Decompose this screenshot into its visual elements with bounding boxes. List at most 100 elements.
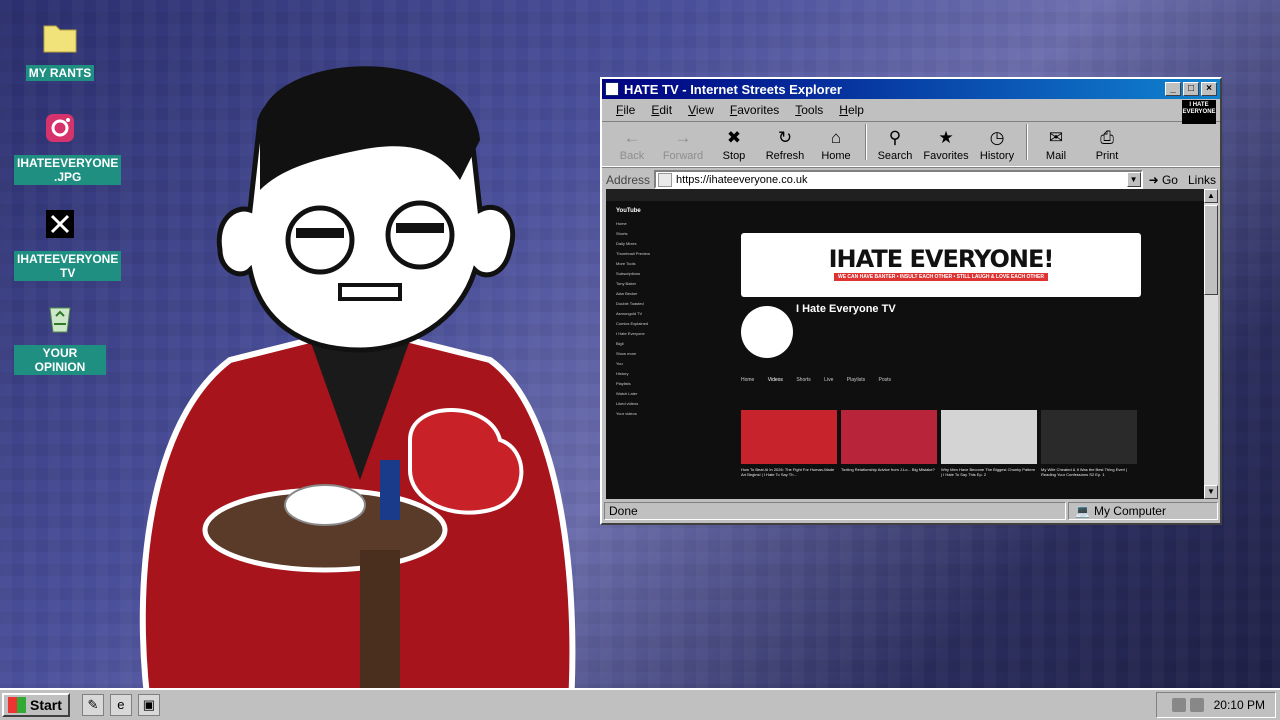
mail-button[interactable]: ✉ Mail (1032, 128, 1080, 162)
sidebar-item[interactable]: Playlists (606, 381, 680, 391)
menu-file[interactable]: File (616, 103, 635, 117)
sidebar-item[interactable]: Thumbnail Preview (606, 251, 680, 261)
history-button[interactable]: ◷ History (973, 128, 1021, 162)
tab-videos[interactable]: Videos (768, 377, 783, 383)
banner-tagline: WE CAN HAVE BANTER • INSULT EACH OTHER •… (833, 273, 1048, 281)
sidebar-item[interactable]: Home (606, 221, 680, 231)
close-button[interactable]: × (1201, 82, 1217, 96)
channel-name: I Hate Everyone TV (796, 303, 896, 315)
menu-tools[interactable]: Tools (795, 103, 823, 117)
go-button[interactable]: ➜ Go (1149, 173, 1178, 187)
refresh-icon: ↻ (777, 128, 793, 147)
menu-view[interactable]: View (688, 103, 714, 117)
address-label: Address (606, 172, 651, 187)
video-thumbnail (741, 410, 837, 464)
stop-icon: ✖ (726, 128, 742, 147)
desktop-icon-my-rants[interactable]: MY RANTS (14, 20, 106, 82)
page-viewport[interactable]: YouTube Home Shorts Daily Mixes Thumbnai… (606, 189, 1204, 499)
toolbar-separator (1026, 124, 1028, 160)
browser-window[interactable]: HATE TV - Internet Streets Explorer _ □ … (600, 77, 1222, 525)
scroll-down-button[interactable]: ▼ (1204, 485, 1218, 499)
video-card[interactable]: Toxting Relationship Advice from J.Lo...… (841, 410, 937, 477)
channel-banner: IHATE EVERYONE! WE CAN HAVE BANTER • INS… (741, 233, 1141, 297)
sidebar-item[interactable]: More Tools (606, 261, 680, 271)
channel-tabs: Home Videos Shorts Live Playlists Posts (741, 377, 903, 383)
folder-icon (43, 25, 77, 53)
video-title: Why Men Have Become The Biggest Chunky P… (941, 467, 1036, 477)
forward-button[interactable]: → Forward (659, 128, 707, 162)
character-illustration (139, 66, 576, 720)
menu-edit[interactable]: Edit (651, 103, 672, 117)
sidebar-item[interactable]: Alan Becker (606, 291, 680, 301)
windows-logo-icon (8, 697, 26, 713)
sidebar-item[interactable]: Subscriptions (606, 271, 680, 281)
internet-explorer-icon[interactable]: e (109, 694, 132, 716)
sidebar-item[interactable]: Shorts (606, 231, 680, 241)
refresh-button[interactable]: ↻ Refresh (761, 128, 809, 162)
sidebar-item[interactable]: Watch Later (606, 391, 680, 401)
volume-icon[interactable] (1171, 698, 1186, 712)
tab-live[interactable]: Live (824, 377, 833, 383)
sidebar-item[interactable]: Your videos (606, 411, 680, 421)
stop-button[interactable]: ✖ Stop (710, 128, 758, 162)
yt-logo[interactable]: YouTube (616, 208, 641, 214)
toolbar: ← Back → Forward ✖ Stop ↻ Refresh ⌂ Home ⚲ Sea… (602, 121, 1220, 167)
network-icon[interactable] (1189, 698, 1204, 712)
window-title: HATE TV - Internet Streets Explorer (624, 81, 842, 97)
links-button[interactable]: Links (1188, 173, 1216, 187)
sidebar-item[interactable]: Double Toasted (606, 301, 680, 311)
back-button[interactable]: ← Back (608, 128, 656, 162)
scroll-up-button[interactable]: ▲ (1204, 189, 1218, 203)
sidebar-item[interactable]: Asmongold TV (606, 311, 680, 321)
video-thumbnail (941, 410, 1037, 464)
vertical-scrollbar[interactable]: ▲ ▼ (1204, 189, 1218, 499)
desktop-icon-recycle-bin[interactable]: YOUR OPINION (14, 300, 106, 376)
menu-favorites[interactable]: Favorites (730, 103, 779, 117)
tab-playlists[interactable]: Playlists (847, 377, 865, 383)
notepad-icon[interactable]: ✎ (81, 694, 104, 716)
address-value: https://ihateeveryone.co.uk (676, 173, 808, 186)
minimize-button[interactable]: _ (1165, 82, 1181, 96)
sidebar-item[interactable]: Liked videos (606, 401, 680, 411)
desktop-icon-x[interactable]: IHATEEVERYONE TV (14, 206, 122, 282)
tab-posts[interactable]: Posts (878, 377, 891, 383)
sidebar-item[interactable]: History (606, 371, 680, 381)
print-button[interactable]: ⎙ Print (1083, 128, 1131, 162)
video-card[interactable]: How To Beat AI In 2026: The Fight For Hu… (741, 410, 837, 477)
print-icon: ⎙ (1100, 128, 1114, 147)
sidebar-item[interactable]: You (606, 361, 680, 371)
scroll-thumb[interactable] (1204, 205, 1218, 295)
tab-home[interactable]: Home (741, 377, 754, 383)
back-arrow-icon: ← (623, 128, 641, 147)
start-button[interactable]: Start (2, 693, 70, 717)
youtube-page: YouTube Home Shorts Daily Mixes Thumbnai… (606, 189, 1204, 499)
channel-avatar[interactable] (741, 306, 793, 358)
sidebar-item[interactable]: Show more (606, 351, 680, 361)
video-title: Toxting Relationship Advice from J.Lo...… (841, 467, 935, 472)
favorites-button[interactable]: ★ Favorites (922, 128, 970, 162)
sidebar-item[interactable]: I Hate Everyone (606, 331, 680, 341)
home-icon: ⌂ (830, 128, 842, 147)
video-card[interactable]: Why Men Have Become The Biggest Chunky P… (941, 410, 1037, 477)
tab-shorts[interactable]: Shorts (796, 377, 810, 383)
taskbar: Start ✎ e ▣ 20:10 PM (0, 688, 1280, 720)
desktop-icon-instagram[interactable]: IHATEEVERYONE .JPG (14, 110, 122, 186)
home-button[interactable]: ⌂ Home (812, 128, 860, 162)
video-card[interactable]: My Wife Cheated & It Was the Best Thing … (1041, 410, 1137, 477)
address-dropdown-button[interactable]: ▼ (1126, 172, 1141, 187)
address-input[interactable]: https://ihateeveryone.co.uk ▼ (654, 170, 1143, 189)
search-button[interactable]: ⚲ Search (871, 128, 919, 162)
sidebar-item[interactable]: Tony Baker (606, 281, 680, 291)
instagram-icon (46, 114, 74, 142)
toolbar-separator (865, 124, 867, 160)
forward-arrow-icon: → (674, 128, 692, 147)
sidebar-item[interactable]: Bigil (606, 341, 680, 351)
menu-help[interactable]: Help (839, 103, 864, 117)
inner-browser-chrome (606, 189, 1204, 201)
maximize-button[interactable]: □ (1183, 82, 1199, 96)
sidebar-item[interactable]: Daily Mixes (606, 241, 680, 251)
sidebar-item[interactable]: Comics Explained (606, 321, 680, 331)
status-text: Done (604, 502, 1066, 520)
window-titlebar[interactable]: HATE TV - Internet Streets Explorer _ □ … (602, 79, 1220, 99)
desktop-icon[interactable]: ▣ (137, 694, 160, 716)
